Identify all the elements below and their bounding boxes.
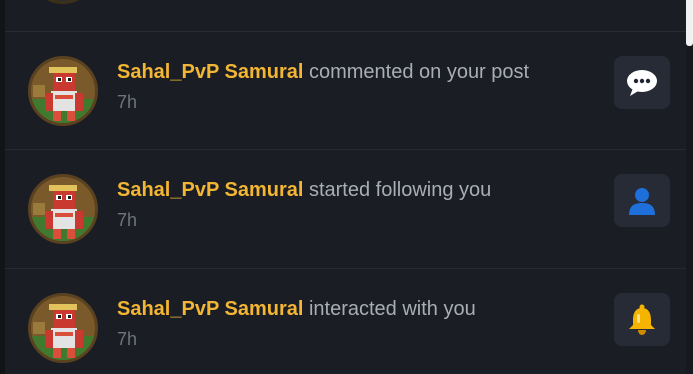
interaction-badge[interactable] bbox=[614, 293, 670, 346]
avatar[interactable] bbox=[28, 56, 98, 126]
notification-item[interactable]: Sahal_PvP Samural started following you … bbox=[5, 149, 686, 268]
comment-badge[interactable] bbox=[614, 56, 670, 109]
timestamp: 7h bbox=[117, 92, 138, 112]
follow-badge[interactable] bbox=[614, 174, 670, 227]
notification-item[interactable]: Sahal_PvP Samural interacted with you 7h bbox=[5, 268, 686, 374]
notification-text: Sahal_PvP Samural started following you bbox=[117, 177, 596, 203]
username-link[interactable]: Sahal_PvP Samural bbox=[117, 179, 303, 201]
timestamp: 7h bbox=[117, 210, 138, 230]
notification-action: commented on your post bbox=[303, 61, 530, 83]
scrollbar-thumb[interactable] bbox=[686, 0, 693, 46]
username-link[interactable]: Sahal_PvP Samural bbox=[117, 298, 303, 320]
scrollbar-track[interactable] bbox=[686, 0, 693, 374]
avatar-image bbox=[31, 296, 95, 360]
avatar[interactable] bbox=[28, 293, 98, 363]
timestamp: 7h bbox=[117, 329, 138, 349]
notification-text: Sahal_PvP Samural commented on your post bbox=[117, 59, 596, 85]
avatar[interactable] bbox=[28, 174, 98, 244]
username-link[interactable]: Sahal_PvP Samural bbox=[117, 61, 303, 83]
avatar-image bbox=[31, 59, 95, 123]
notification-feed: Sahal_PvP Samural commented on your post… bbox=[0, 0, 693, 374]
avatar-image bbox=[31, 177, 95, 241]
avatar[interactable] bbox=[30, 0, 96, 4]
notification-action: started following you bbox=[303, 179, 492, 201]
user-silhouette-icon bbox=[629, 187, 655, 215]
speech-bubble-icon bbox=[627, 69, 657, 96]
notification-item[interactable]: Sahal_PvP Samural commented on your post… bbox=[5, 31, 686, 150]
notification-action: interacted with you bbox=[303, 298, 476, 320]
notification-text: Sahal_PvP Samural interacted with you bbox=[117, 296, 596, 322]
bell-icon bbox=[629, 304, 655, 335]
